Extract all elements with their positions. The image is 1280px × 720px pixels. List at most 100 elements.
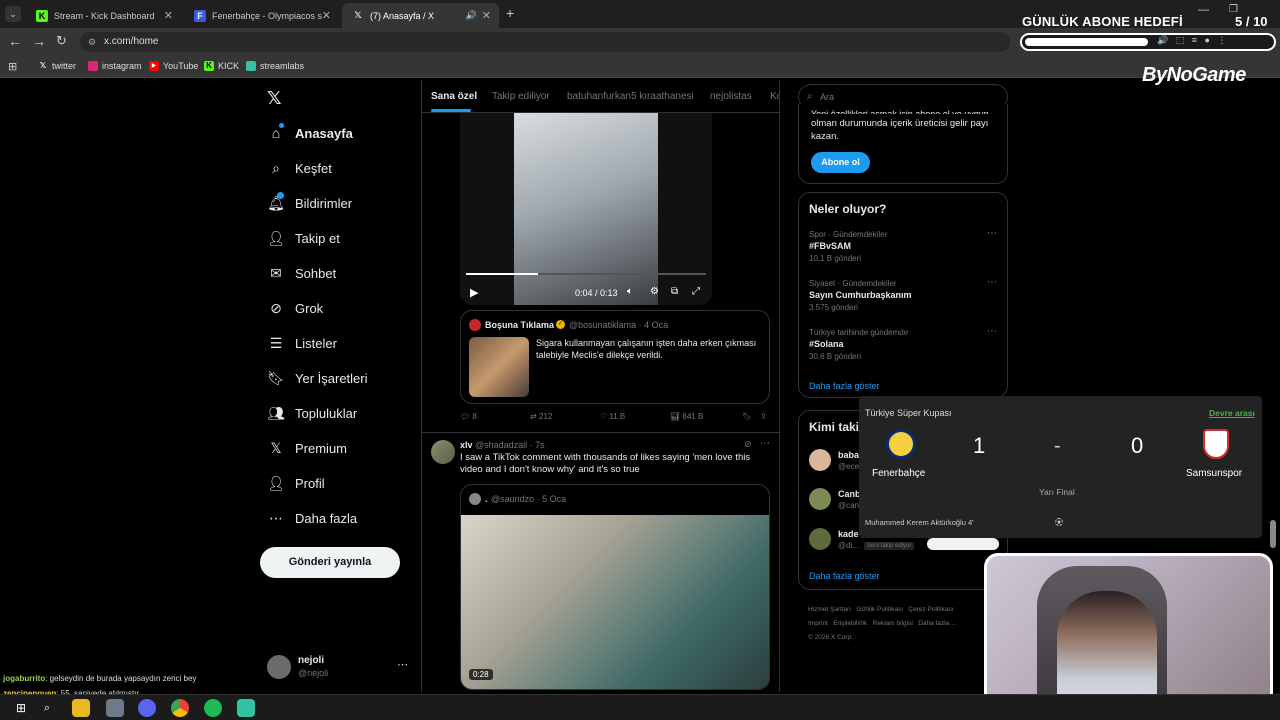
avatar — [267, 655, 291, 679]
tab-list-kiraathanesi[interactable]: batuhanfurkan5 kıraathanesi — [567, 91, 694, 102]
streamlabs-icon — [246, 61, 256, 71]
quote-card[interactable]: Boşuna Tıklama ✓ @bosunatiklama · 4 Oca … — [460, 310, 770, 404]
grok-icon[interactable]: ⊘ — [744, 439, 752, 450]
nav-grok[interactable]: ⊘ Grok — [267, 299, 323, 317]
subscribe-button[interactable]: Abone ol — [811, 152, 870, 173]
footer-link[interactable]: Daha fazla ... — [918, 620, 956, 627]
footer-link[interactable]: Imprint — [808, 620, 828, 627]
tab-x-home[interactable]: 𝕏 (7) Anasayfa / X 🔊 ✕ — [342, 3, 499, 28]
apps-icon[interactable]: ⊞ — [8, 60, 17, 73]
who-show-more-link[interactable]: Daha fazla göster — [809, 571, 880, 581]
url-bar[interactable]: ⚙ x.com/home — [80, 32, 1010, 52]
trend-count: 30,6 B gönderi — [809, 352, 862, 361]
post-button[interactable]: Gönderi yayınla — [260, 547, 400, 578]
nav-more[interactable]: ⋯ Daha fazla — [267, 509, 357, 527]
bookmark-kick[interactable]: K KICK — [204, 61, 239, 71]
back-icon[interactable]: ← — [8, 33, 22, 49]
nav-premium[interactable]: 𝕏 Premium — [267, 439, 347, 457]
like-count: 11 B — [609, 412, 626, 421]
footer-link[interactable]: Erişilebilirlik — [833, 620, 867, 627]
tab-following[interactable]: Takip ediliyor — [492, 91, 550, 102]
nav-profile[interactable]: 👤︎ Profil — [267, 474, 325, 492]
bookmark-streamlabs[interactable]: streamlabs — [246, 61, 304, 71]
bookmark-instagram[interactable]: instagram — [88, 61, 142, 71]
tab-label: Fenerbahçe - Olympiacos skoru — [212, 10, 322, 21]
minimize-button[interactable]: — — [1198, 4, 1209, 16]
more-icon[interactable]: ⋯ — [987, 326, 997, 337]
chat-message: jogaburrito: gelseydin de burada yapsayd… — [3, 674, 196, 683]
fullscreen-icon[interactable]: ⤢ — [692, 286, 700, 297]
trend-item[interactable]: Siyaset · Gündemdekiler Sayın Cumhurbaşk… — [809, 277, 999, 319]
close-icon[interactable]: ✕ — [164, 9, 173, 22]
footer-link[interactable]: Hizmet Şartları — [808, 606, 851, 613]
trend-item[interactable]: Spor · Gündemdekiler #FBvSAM 10,1 B gönd… — [809, 228, 999, 270]
nav-lists[interactable]: ☰ Listeler — [267, 334, 337, 352]
tab-kick-dashboard[interactable]: K Stream - Kick Dashboard ✕ — [26, 3, 181, 28]
share-icon[interactable]: ⇪ — [760, 412, 767, 421]
more-icon[interactable]: ⋯ — [760, 438, 770, 449]
tab-for-you[interactable]: Sana özel — [431, 91, 477, 102]
show-more-link[interactable]: Daha fazla göster — [809, 381, 880, 391]
nav-chat[interactable]: ✉ Sohbet — [267, 264, 336, 282]
more-icon[interactable]: ⋯ — [987, 277, 997, 288]
spotify-icon[interactable] — [204, 699, 222, 717]
quote-name: . — [485, 494, 488, 504]
trends-title: Neler oluyor? — [809, 202, 887, 216]
discord-icon[interactable] — [138, 699, 156, 717]
reply-button[interactable]: 💬︎ 8 — [460, 412, 477, 421]
video-player[interactable]: ▶ 0:04 / 0:13 🔈︎ ⚙ ⧉ ⤢ — [460, 113, 712, 305]
chrome-icon[interactable] — [171, 699, 189, 717]
settings-icon[interactable]: ⚙ — [650, 286, 659, 297]
bookmark-icon[interactable]: 🔖︎ — [742, 412, 752, 421]
suggestion-handle: @di... — [838, 541, 860, 550]
forward-icon[interactable]: → — [32, 33, 46, 49]
x-logo-icon: 𝕏 — [39, 61, 47, 70]
volume-icon[interactable]: 🔈︎ — [627, 286, 633, 297]
sub-goal-count: 5 / 10 — [1235, 14, 1268, 29]
app-icon[interactable] — [106, 699, 124, 717]
more-icon[interactable]: ⋯ — [397, 658, 408, 671]
nav-explore[interactable]: ⌕ Keşfet — [267, 159, 332, 177]
new-tab-button[interactable]: + — [506, 5, 514, 21]
trend-item[interactable]: Türkiye tarihinde gündemde #Solana 30,6 … — [809, 326, 999, 368]
page-scrollbar[interactable] — [1270, 520, 1276, 548]
windows-start-icon[interactable]: ⊞ — [12, 699, 30, 717]
account-switcher[interactable]: nejoli @nejoli ⋯ — [265, 652, 415, 684]
x-logo-icon[interactable]: 𝕏 — [267, 88, 282, 109]
nav-follow[interactable]: 👤︎ Takip et — [267, 229, 340, 247]
nav-bookmarks[interactable]: 🔖︎ Yer İşaretleri — [267, 369, 367, 387]
more-icon[interactable]: ⋯ — [987, 228, 997, 239]
quote-card[interactable]: . @saundzo · 5 Oca 0:28 — [460, 484, 770, 690]
like-button[interactable]: ♡ 11 B — [600, 412, 625, 421]
views-button[interactable]: 📊︎ 841 B — [670, 412, 703, 421]
retweet-button[interactable]: ⇄ 212 — [530, 412, 552, 421]
close-icon[interactable]: ✕ — [482, 9, 491, 22]
video-progress[interactable] — [466, 273, 706, 275]
video-player[interactable]: 0:28 — [461, 515, 769, 689]
streamlabs-icon[interactable] — [237, 699, 255, 717]
pip-icon[interactable]: ⧉ — [671, 286, 678, 297]
bookmark-youtube[interactable]: ▶ YouTube — [149, 61, 198, 71]
tweet-author-handle[interactable]: @shadadzail · 7s — [475, 440, 545, 450]
file-explorer-icon[interactable] — [72, 699, 90, 717]
trend-meta: Siyaset · Gündemdekiler — [809, 279, 897, 288]
search-icon[interactable]: ⌕ — [38, 699, 56, 717]
tab-list-more[interactable]: Ko — [770, 91, 779, 102]
footer-link[interactable]: Gizlilik Politikası — [856, 606, 903, 613]
nav-communities[interactable]: 👥︎ Topluluklar — [267, 404, 357, 422]
close-icon[interactable]: ✕ — [322, 9, 331, 22]
bookmark-twitter[interactable]: 𝕏twitter — [38, 61, 76, 71]
tweet-author-name[interactable]: xlv — [460, 440, 473, 450]
footer-link[interactable]: Çerez Politikası — [908, 606, 953, 613]
kick-icon: K — [204, 61, 214, 71]
reload-icon[interactable]: ↻ — [56, 33, 67, 49]
footer-link[interactable]: Reklam bilgisi — [873, 620, 913, 627]
follow-button[interactable] — [927, 538, 999, 550]
grok-icon: ⊘ — [270, 299, 282, 316]
play-icon[interactable]: ▶ — [470, 286, 478, 299]
tab-list-nejolistas[interactable]: nejolistas — [710, 91, 752, 102]
tab-search-button[interactable]: ⌄ — [5, 6, 21, 22]
tab-fenerbahce[interactable]: F Fenerbahçe - Olympiacos skoru ✕ — [184, 3, 339, 28]
views-count: 841 B — [682, 412, 704, 421]
suggestion-name: Canb — [838, 489, 861, 499]
